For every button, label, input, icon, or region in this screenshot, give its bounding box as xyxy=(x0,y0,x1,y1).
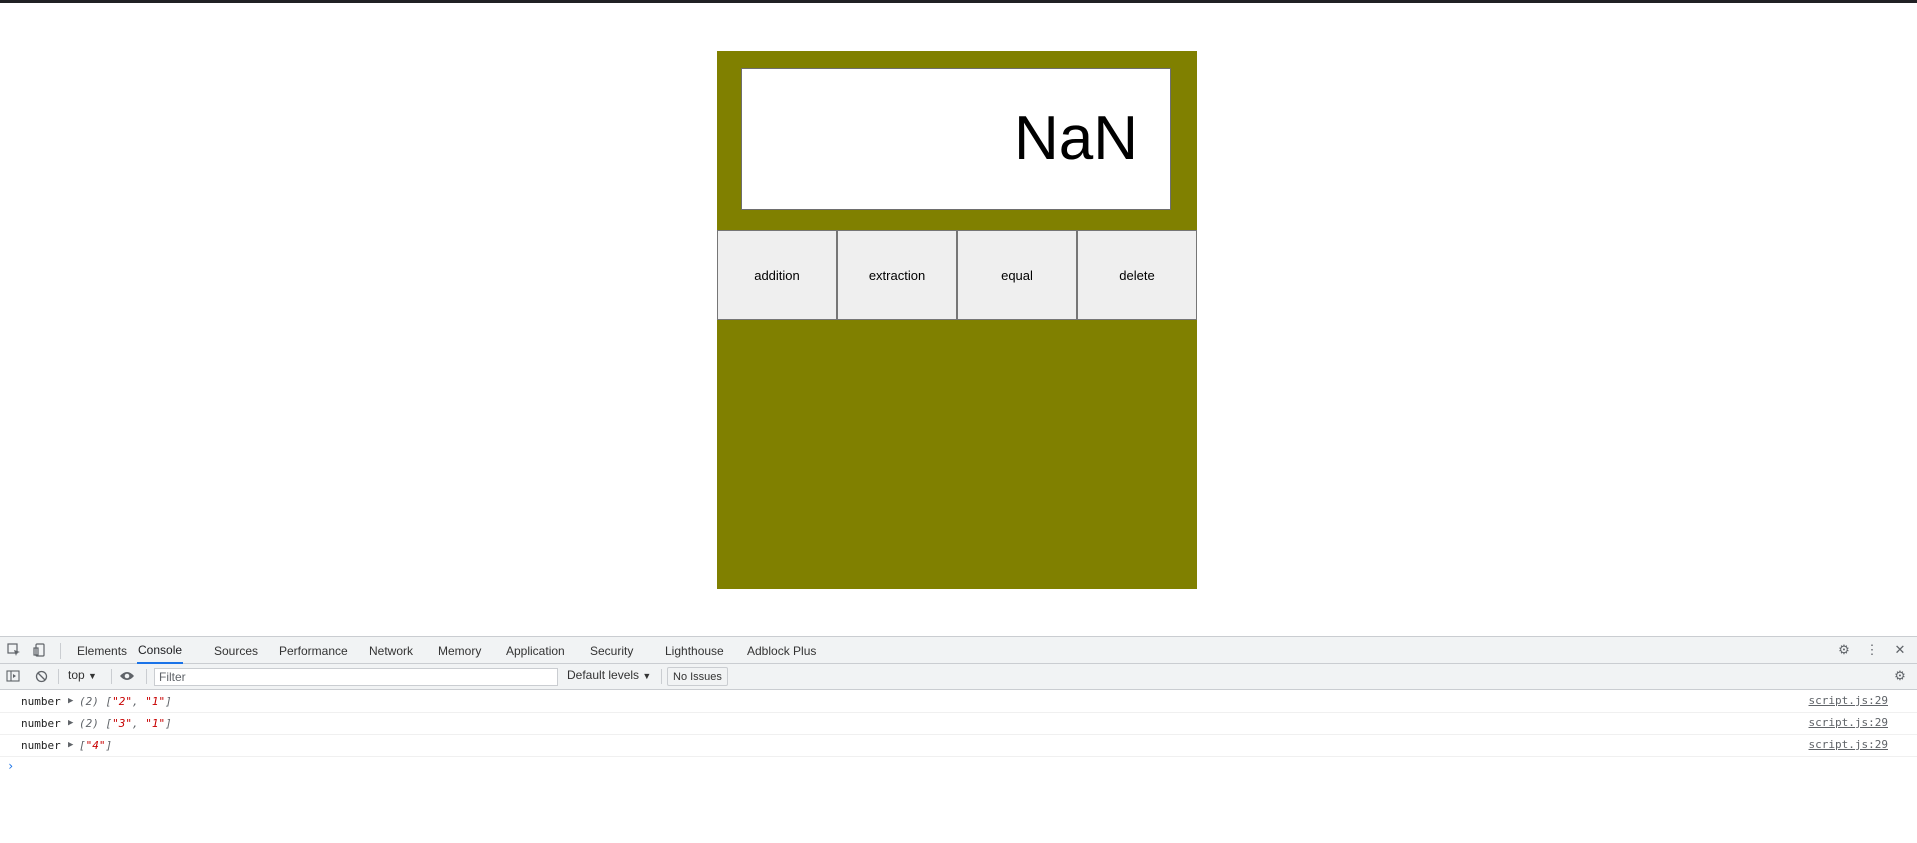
toolbar-separator xyxy=(146,669,147,684)
console-row: number ▶ (2) ["3", "1"] script.js:29 xyxy=(0,713,1917,735)
devtools-tabbar: Elements Console Sources Performance Net… xyxy=(0,636,1917,664)
console-row: number ▶ (2) ["2", "1"] script.js:29 xyxy=(0,691,1917,713)
tabbar-separator xyxy=(60,643,61,659)
log-levels-dropdown[interactable]: Default levels ▼ xyxy=(567,668,651,682)
expand-triangle-icon[interactable]: ▶ xyxy=(68,740,73,750)
console-prompt[interactable]: › xyxy=(7,759,14,773)
chevron-down-icon: ▼ xyxy=(642,671,652,681)
tab-performance[interactable]: Performance xyxy=(279,637,348,664)
tab-console[interactable]: Console xyxy=(137,637,184,664)
context-label: top xyxy=(68,668,85,682)
inspect-icon[interactable] xyxy=(5,641,23,659)
array-item: "4" xyxy=(85,739,106,752)
settings-icon[interactable]: ⚙ xyxy=(1835,641,1853,659)
source-link[interactable]: script.js:29 xyxy=(1809,716,1888,729)
context-selector[interactable]: top ▼ xyxy=(68,668,97,682)
display-value: NaN xyxy=(1013,104,1138,173)
tab-adblock-plus[interactable]: Adblock Plus xyxy=(747,637,816,664)
more-options-icon[interactable]: ⋮ xyxy=(1863,641,1881,659)
tab-security[interactable]: Security xyxy=(590,637,633,664)
chevron-down-icon: ▼ xyxy=(88,671,97,681)
source-link[interactable]: script.js:29 xyxy=(1809,738,1888,751)
log-array-value[interactable]: (2) ["2", "1"] xyxy=(79,695,172,708)
array-count: (2) xyxy=(79,717,99,730)
tab-sources[interactable]: Sources xyxy=(214,637,258,664)
array-item: "2" xyxy=(112,695,132,708)
window-top-border xyxy=(0,0,1917,3)
log-array-value[interactable]: (2) ["3", "1"] xyxy=(79,717,172,730)
tab-application[interactable]: Application xyxy=(506,637,565,664)
console-settings-icon[interactable]: ⚙ xyxy=(1891,667,1909,685)
equal-button[interactable]: equal xyxy=(957,230,1077,320)
close-icon[interactable]: ✕ xyxy=(1891,641,1909,659)
delete-button[interactable]: delete xyxy=(1077,230,1197,320)
tab-lighthouse[interactable]: Lighthouse xyxy=(665,637,724,664)
toolbar-separator xyxy=(661,669,662,684)
sidebar-toggle-icon[interactable] xyxy=(4,667,22,685)
addition-button[interactable]: addition xyxy=(717,230,837,320)
issues-button[interactable]: No Issues xyxy=(667,667,728,686)
array-item: "3" xyxy=(112,717,132,730)
log-label: number xyxy=(21,695,61,708)
array-item: "1" xyxy=(145,717,166,730)
array-item: "1" xyxy=(145,695,166,708)
log-array-value[interactable]: ["4"] xyxy=(79,739,112,752)
log-label: number xyxy=(21,717,61,730)
tab-network[interactable]: Network xyxy=(369,637,413,664)
calculator-buttons: addition extraction equal delete xyxy=(717,230,1197,320)
clear-console-icon[interactable] xyxy=(32,667,50,685)
tab-elements[interactable]: Elements xyxy=(77,637,127,664)
eye-icon[interactable] xyxy=(118,667,136,685)
extraction-button[interactable]: extraction xyxy=(837,230,957,320)
calculator: NaN addition extraction equal delete xyxy=(717,51,1197,589)
console-toolbar: top ▼ Default levels ▼ No Issues ⚙ xyxy=(0,664,1917,690)
array-count: (2) xyxy=(79,695,99,708)
device-toggle-icon[interactable] xyxy=(31,641,49,659)
devtools-panel: Elements Console Sources Performance Net… xyxy=(0,636,1917,843)
toolbar-separator xyxy=(58,669,59,684)
console-row: number ▶ ["4"] script.js:29 xyxy=(0,735,1917,757)
log-label: number xyxy=(21,739,61,752)
expand-triangle-icon[interactable]: ▶ xyxy=(68,696,73,706)
tab-memory[interactable]: Memory xyxy=(438,637,481,664)
calculator-display: NaN xyxy=(741,68,1171,210)
expand-triangle-icon[interactable]: ▶ xyxy=(68,718,73,728)
filter-input[interactable] xyxy=(154,668,558,686)
toolbar-separator xyxy=(111,669,112,684)
source-link[interactable]: script.js:29 xyxy=(1809,694,1888,707)
log-levels-label: Default levels xyxy=(567,668,640,682)
